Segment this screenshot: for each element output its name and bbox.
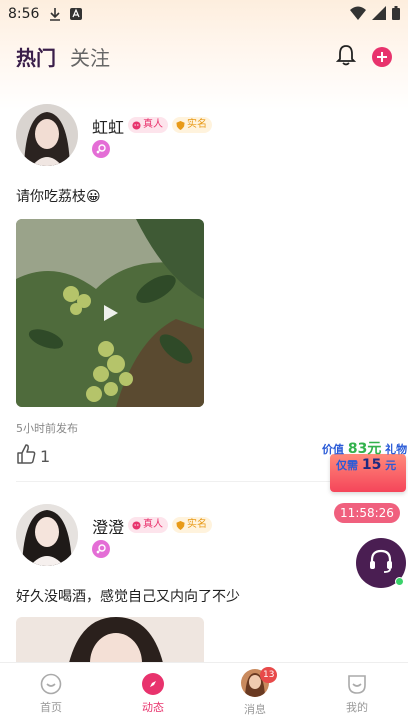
face-icon xyxy=(132,120,141,130)
top-tab-bar: 热门 关注 xyxy=(0,36,408,76)
customer-service-button[interactable] xyxy=(356,538,406,588)
real-person-label: 真人 xyxy=(143,119,163,130)
profile-icon xyxy=(346,673,368,695)
shield-icon xyxy=(176,520,185,530)
verified-badge: 实名 xyxy=(172,517,212,533)
nav-messages[interactable]: 13 消息 xyxy=(204,663,306,727)
real-person-badge: 真人 xyxy=(128,117,168,133)
avatar[interactable] xyxy=(16,104,78,166)
nav-home[interactable]: 首页 xyxy=(0,663,102,727)
nav-home-label: 首页 xyxy=(40,701,62,714)
thumbs-up-icon xyxy=(16,444,36,468)
username[interactable]: 虹虹 xyxy=(92,114,124,138)
download-icon xyxy=(49,7,61,21)
gift-promo-banner[interactable]: 价值 83元 礼物 仅需 15 元 xyxy=(322,430,408,500)
avatar[interactable] xyxy=(16,504,78,566)
female-gender-icon xyxy=(92,140,110,158)
signal-icon xyxy=(372,6,386,24)
nav-messages-label: 消息 xyxy=(244,703,266,716)
status-bar: 8:56 xyxy=(0,0,408,28)
verified-label: 实名 xyxy=(187,119,207,130)
status-time: 8:56 xyxy=(8,6,40,22)
like-count: 1 xyxy=(40,446,51,466)
promo-price-suffix: 元 xyxy=(385,459,397,472)
promo-value-amount: 83元 xyxy=(347,441,382,457)
bottom-navigation: 首页 动态 13 消息 我的 xyxy=(0,662,408,727)
compass-icon xyxy=(142,673,164,695)
online-indicator xyxy=(395,577,404,586)
post-video-thumbnail[interactable] xyxy=(16,219,204,407)
post-text: 请你吃荔枝😀 xyxy=(16,189,101,205)
username[interactable]: 澄澄 xyxy=(92,514,124,538)
promo-value-suffix: 礼物 xyxy=(385,443,408,456)
post-time: 5小时前发布 xyxy=(16,422,78,435)
add-post-button[interactable] xyxy=(372,47,392,67)
promo-price-prefix: 仅需 xyxy=(336,459,358,472)
nav-moments-label: 动态 xyxy=(142,701,164,714)
tab-following[interactable]: 关注 xyxy=(70,42,110,71)
headset-icon xyxy=(367,547,395,579)
shield-icon xyxy=(176,120,185,130)
promo-value-prefix: 价值 xyxy=(322,443,344,456)
battery-icon xyxy=(392,6,400,24)
bell-icon[interactable] xyxy=(335,44,357,70)
nav-moments[interactable]: 动态 xyxy=(102,663,204,727)
promo-price-text: 仅需 15 元 xyxy=(336,457,396,473)
verified-label: 实名 xyxy=(187,519,207,530)
female-gender-icon xyxy=(92,540,110,558)
nav-profile-label: 我的 xyxy=(346,701,368,714)
countdown-timer: 11:58:26 xyxy=(334,503,400,523)
post-text: 好久没喝酒，感觉自己又内向了不少 xyxy=(16,589,240,605)
status-icons xyxy=(350,6,400,24)
keyboard-icon xyxy=(69,7,83,21)
nav-profile[interactable]: 我的 xyxy=(306,663,408,727)
verified-badge: 实名 xyxy=(172,117,212,133)
promo-price-amount: 15 xyxy=(361,457,382,473)
like-button[interactable]: 1 xyxy=(16,444,50,468)
promo-value-text: 价值 83元 礼物 xyxy=(322,438,407,458)
face-icon xyxy=(132,520,141,530)
wifi-icon xyxy=(350,6,366,24)
home-icon xyxy=(40,673,62,695)
tab-hot[interactable]: 热门 xyxy=(16,42,56,71)
real-person-label: 真人 xyxy=(143,519,163,530)
unread-badge: 13 xyxy=(260,667,278,683)
plus-icon xyxy=(377,52,387,62)
real-person-badge: 真人 xyxy=(128,517,168,533)
